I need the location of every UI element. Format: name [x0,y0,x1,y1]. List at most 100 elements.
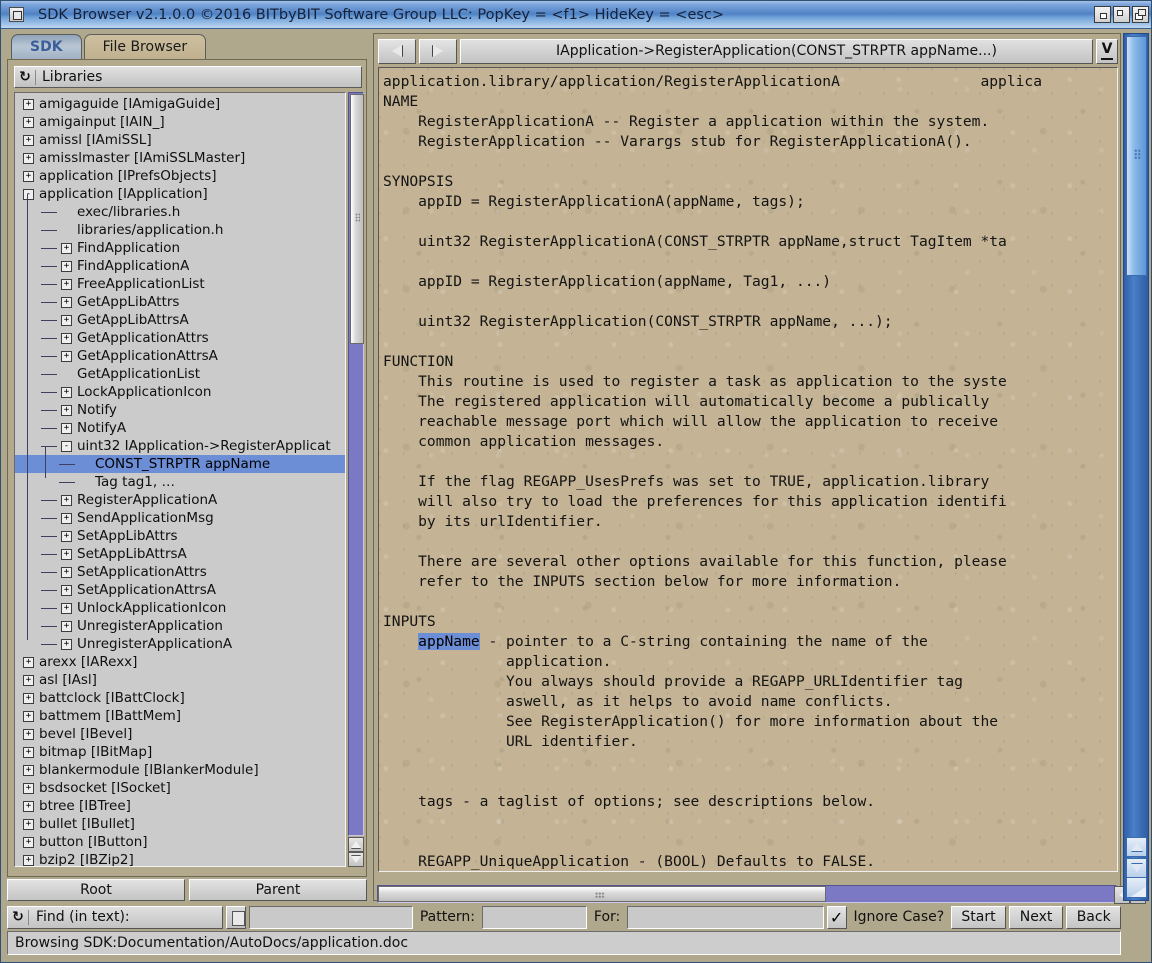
expand-icon[interactable]: + [23,135,34,146]
expand-icon[interactable]: + [61,405,72,416]
collapse-icon[interactable]: - [23,189,34,200]
expand-icon[interactable]: + [23,171,34,182]
tree-item[interactable]: +amissl [IAmiSSL] [15,131,345,149]
tree-item[interactable]: -application [IApplication] [15,185,345,203]
expand-icon[interactable]: + [23,117,34,128]
tree-item[interactable]: +battclock [IBattClock] [15,689,345,707]
window-resize-grip[interactable] [1126,877,1147,898]
collapse-icon[interactable]: - [61,441,72,452]
reload-icon[interactable]: ↻ [8,907,28,928]
close-box-icon[interactable] [9,7,24,22]
expand-icon[interactable]: + [61,279,72,290]
tree-item[interactable]: +GetAppLibAttrs [15,293,345,311]
expand-icon[interactable]: + [61,603,72,614]
tree-item[interactable]: +bullet [IBullet] [15,815,345,833]
tree-item[interactable]: +LockApplicationIcon [15,383,345,401]
root-button[interactable]: Root [7,879,185,901]
tree-item[interactable]: libraries/application.h [15,221,345,239]
zoom-gadget-icon[interactable] [1113,6,1130,23]
tree-item[interactable]: +FindApplication [15,239,345,257]
back-button[interactable] [378,39,416,64]
tree-item[interactable]: +UnregisterApplicationA [15,635,345,653]
expand-icon[interactable]: + [61,423,72,434]
expand-icon[interactable]: + [23,837,34,848]
window-vscrollbar[interactable] [1123,33,1149,901]
tree-item[interactable]: +GetApplicationAttrsA [15,347,345,365]
find-input[interactable] [249,906,413,929]
tree-scrollbar[interactable] [348,92,364,867]
clipboard-icon[interactable] [226,906,246,929]
expand-icon[interactable]: + [23,693,34,704]
tab-file-browser[interactable]: File Browser [84,34,207,60]
expand-icon[interactable]: + [23,765,34,776]
expand-icon[interactable]: + [61,297,72,308]
tree-item[interactable]: +FindApplicationA [15,257,345,275]
expand-icon[interactable]: + [23,99,34,110]
expand-icon[interactable]: + [61,351,72,362]
tree-item[interactable]: +application [IPrefsObjects] [15,167,345,185]
tree-item[interactable]: +asl [IAsl] [15,671,345,689]
tree-item[interactable]: +blankermodule [IBlankerModule] [15,761,345,779]
tree-item[interactable]: exec/libraries.h [15,203,345,221]
window-scroll-up-button[interactable] [1126,837,1147,857]
expand-icon[interactable]: + [23,819,34,830]
tree-item[interactable]: +UnlockApplicationIcon [15,599,345,617]
expand-icon[interactable]: + [61,333,72,344]
document-hscrollbar-thumb[interactable] [378,886,826,902]
tree-item[interactable]: +battmem [IBattMem] [15,707,345,725]
iconify-gadget-icon[interactable] [1094,6,1111,23]
depth-gadget-icon[interactable] [1132,6,1149,23]
expand-icon[interactable]: + [61,243,72,254]
tree-item[interactable]: +bitmap [IBitMap] [15,743,345,761]
tree-item[interactable]: +SetAppLibAttrs [15,527,345,545]
parent-button[interactable]: Parent [189,879,367,901]
history-dropdown-button[interactable]: V [1096,39,1118,64]
window-scroll-down-button[interactable] [1126,858,1147,878]
tree-item[interactable]: -uint32 IApplication->RegisterApplicat [15,437,345,455]
tree-item[interactable]: +SetApplicationAttrs [15,563,345,581]
tree-item[interactable]: +UnregisterApplication [15,617,345,635]
next-button[interactable]: Next [1009,906,1064,929]
expand-icon[interactable]: + [61,549,72,560]
expand-icon[interactable]: + [61,621,72,632]
tree-item[interactable]: +NotifyA [15,419,345,437]
tree-item[interactable]: +bevel [IBevel] [15,725,345,743]
tree-scrollbar-track[interactable] [348,92,364,836]
expand-icon[interactable]: + [23,675,34,686]
tree-scroll-down-button[interactable] [348,852,364,867]
tree-item[interactable]: +amigaguide [IAmigaGuide] [15,95,345,113]
tree-item[interactable]: +FreeApplicationList [15,275,345,293]
tree-item[interactable]: +bzip2 [IBZip2] [15,851,345,867]
library-tree[interactable]: +amigaguide [IAmigaGuide]+amigainput [IA… [14,92,346,867]
expand-icon[interactable]: + [23,855,34,866]
tree-item[interactable]: +button [IButton] [15,833,345,851]
tree-item[interactable]: +SetAppLibAttrsA [15,545,345,563]
tree-item[interactable]: +GetAppLibAttrsA [15,311,345,329]
tab-sdk[interactable]: SDK [11,34,82,60]
expand-icon[interactable]: + [61,261,72,272]
tree-scrollbar-thumb[interactable] [350,94,364,344]
start-button[interactable]: Start [951,906,1006,929]
expand-icon[interactable]: + [23,657,34,668]
forward-button[interactable] [419,39,457,64]
tree-item[interactable]: CONST_STRPTR appName [15,455,345,473]
tree-scroll-up-button[interactable] [348,837,364,852]
ignore-case-checkbox[interactable]: ✓ [827,906,847,929]
document-hscrollbar[interactable] [377,885,1117,903]
tree-item[interactable]: GetApplicationList [15,365,345,383]
expand-icon[interactable]: + [23,729,34,740]
tree-item[interactable]: +RegisterApplicationA [15,491,345,509]
for-input[interactable] [627,906,823,929]
expand-icon[interactable]: + [23,711,34,722]
expand-icon[interactable]: + [23,801,34,812]
expand-icon[interactable]: + [23,153,34,164]
expand-icon[interactable]: + [23,783,34,794]
expand-icon[interactable]: + [61,315,72,326]
expand-icon[interactable]: + [61,567,72,578]
expand-icon[interactable]: + [61,531,72,542]
tree-item[interactable]: Tag tag1, … [15,473,345,491]
expand-icon[interactable]: + [61,585,72,596]
tree-item[interactable]: +arexx [IARexx] [15,653,345,671]
expand-icon[interactable]: + [61,639,72,650]
tree-item[interactable]: +GetApplicationAttrs [15,329,345,347]
